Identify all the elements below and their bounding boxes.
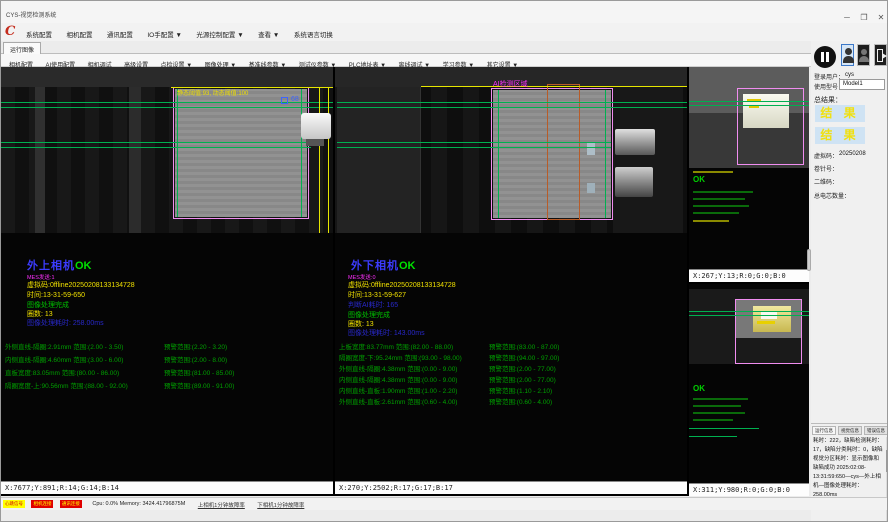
menu-camera-config[interactable]: 相机配置 — [61, 26, 97, 42]
window-title: CYS-视觉检测系统 — [6, 10, 56, 19]
measure-row: 内侧直线-隔圈:4.38mm 范围:(0.00 - 9.00) — [339, 374, 457, 384]
thumb-view-lower: OK X:311;Y:980;R:0;G:0;B:0 — [689, 284, 809, 496]
warn-range: 预警范围:(2.00 - 77.00) — [489, 363, 556, 373]
vcode-value: 20250208 — [839, 151, 866, 157]
warn-range: 预警范围:(1.10 - 2.10) — [489, 385, 552, 395]
tab-run-info[interactable]: 运行信息 — [812, 426, 836, 435]
thumb1-result: OK — [693, 175, 705, 184]
app-logo-icon: C — [5, 24, 15, 39]
warn-range: 预警范围:(89.00 - 91.00) — [164, 380, 234, 390]
warn-range: 预警范围:(2.00 - 8.00) — [164, 354, 227, 364]
ai-elapsed: 判断AI耗时: 165 — [348, 300, 398, 310]
measure-row: 外侧直线-隔圈:2.91mm 范围:(2.00 - 3.50) — [5, 341, 123, 351]
ai-region-label: AI检测区域 — [493, 79, 528, 89]
region-id-label: 68 — [291, 96, 299, 103]
toolbar: 相机配置 AI使用配置 相机调试 高级设置 点检设置 ▼ 图像处理 ▼ 基准线参… — [1, 54, 888, 67]
menu-system-config[interactable]: 系统配置 — [21, 26, 57, 42]
view2-title: 外下相机OK — [351, 257, 416, 273]
connector-part — [301, 113, 331, 139]
result-box-1: 结 果 — [815, 105, 865, 122]
virtual-code: 虚拟码:0ffline20250208133134728 — [348, 280, 456, 290]
app-window: CYS-视觉检测系统 ─ ❐ ✕ C 系统配置 相机配置 通讯配置 IO手配置 … — [0, 0, 888, 522]
measure-row: 外侧直线-直板:2.61mm 范围:(0.60 - 4.00) — [339, 396, 457, 406]
warn-range: 预警范围:(94.00 - 97.00) — [489, 352, 559, 362]
capture-time: 时间:13-31-59-627 — [348, 290, 406, 300]
thumb2-coords-bar: X:311;Y:980;R:0;G:0;B:0 — [689, 483, 809, 496]
measure-row: 隔圈宽度-下:95.24mm 范围:(93.00 - 98.00) — [339, 352, 462, 362]
menu-language[interactable]: 系统语言切换 — [289, 26, 338, 42]
view2-result: OK — [399, 260, 416, 272]
measure-row: 外侧直线-隔圈:4.38mm 范围:(0.00 - 9.00) — [339, 363, 457, 373]
tab-run-image[interactable]: 运行图像 — [3, 42, 41, 54]
thumb1-coords-bar: X:267;Y:13;R:0;G:0;B:0 — [689, 269, 809, 282]
login-user-button[interactable] — [841, 44, 854, 66]
measure-row: 直板宽度:83.05mm 范围:(80.00 - 86.00) — [5, 367, 119, 377]
title-bar: CYS-视觉检测系统 ─ ❐ ✕ — [1, 1, 888, 23]
vcode-label: 虚拟码： — [814, 151, 838, 160]
view2-coords-bar: X:270;Y:2502;R:17;G:17;B:17 — [335, 481, 687, 494]
roi-rect-orange — [547, 84, 580, 220]
view1-image — [1, 67, 333, 87]
needle-label: 卷针号： — [814, 164, 838, 173]
threshold-annotation: 静态阈值:93, 动态阈值:100 — [177, 88, 248, 97]
warn-range: 预警范围:(2.00 - 77.00) — [489, 374, 556, 384]
menu-light-config[interactable]: 光源控制配置 ▼ — [191, 26, 248, 42]
camera-view-upper: 静态阈值:93, 动态阈值:100 68 外上相机OK MES发送:1 虚拟码:… — [1, 67, 333, 494]
view1-coords-bar: X:7677;Y:891;R:14;G:14;B:14 — [1, 481, 333, 494]
heartbeat-status-badge: 心跳信号 — [3, 500, 25, 508]
metal-part — [615, 167, 653, 197]
status-bar: 心跳信号 相机连接 通讯连接 Cpu: 0.0% Memory: 3424.41… — [1, 497, 888, 510]
measure-row: 隔圈宽度-上:90.56mm 范围:(88.00 - 92.00) — [5, 380, 128, 390]
warn-range: 预警范围:(0.60 - 4.00) — [489, 396, 552, 406]
thumb-view-upper: OK X:267;Y:13;R:0;G:0;B:0 — [689, 67, 809, 282]
menu-comm-config[interactable]: 通讯配置 — [102, 26, 138, 42]
qrcode-label: 二维码： — [814, 177, 838, 186]
cpu-memory-text: Cpu: 0.0% Memory: 3424.41796875M — [92, 501, 185, 507]
total-cells-label: 总电芯数量： — [814, 191, 850, 200]
camera-connect-badge: 相机连接 — [31, 500, 53, 508]
comm-connect-badge: 通讯连接 — [60, 500, 82, 508]
menu-view[interactable]: 查看 ▼ — [253, 26, 284, 42]
upper-camera-fault-link[interactable]: 上相机1分钟故障率 — [198, 501, 245, 509]
pause-button[interactable] — [814, 46, 836, 68]
menu-items: 系统配置 相机配置 通讯配置 IO手配置 ▼ 光源控制配置 ▼ 查看 ▼ 系统语… — [21, 24, 338, 42]
tab-vision-info[interactable]: 视觉信息 — [838, 426, 862, 435]
warn-range: 预警范围:(83.00 - 87.00) — [489, 341, 559, 351]
exit-button[interactable] — [874, 44, 887, 66]
switch-user-button[interactable] — [857, 44, 870, 66]
result-box-2: 结 果 — [815, 127, 865, 144]
menu-bar: C 系统配置 相机配置 通讯配置 IO手配置 ▼ 光源控制配置 ▼ 查看 ▼ 系… — [1, 23, 888, 41]
view1-result: OK — [75, 260, 92, 272]
process-elapsed: 图像处理耗时: 258.00ms — [27, 318, 104, 328]
tab-strip: 运行图像 — [1, 41, 888, 54]
region-box — [281, 97, 288, 104]
sidebar: 登录用户： cys 使用型号： Model1 总结果： 结 果 结 果 虚拟码：… — [811, 41, 888, 522]
capture-time: 时间:13-31-59-650 — [27, 290, 85, 300]
camera-view-lower: AI检测区域 外下相机OK MES发送:0 虚拟码:0ffline2025020… — [335, 67, 687, 494]
measure-row: 内侧直线-直板:1.90mm 范围:(1.00 - 2.20) — [339, 385, 457, 395]
measure-row: 内侧直线-隔圈:4.60mm 范围:(3.00 - 6.00) — [5, 354, 123, 364]
login-user-value: cys — [845, 72, 854, 78]
warn-range: 预警范围:(2.20 - 3.20) — [164, 341, 227, 351]
measure-row: 上板宽度:83.77mm 范围:(82.00 - 88.00) — [339, 341, 453, 351]
main-canvas: 静态阈值:93, 动态阈值:100 68 外上相机OK MES发送:1 虚拟码:… — [1, 67, 809, 496]
warn-range: 预警范围:(81.00 - 85.00) — [164, 367, 234, 377]
menu-io-config[interactable]: IO手配置 ▼ — [142, 26, 187, 42]
virtual-code: 虚拟码:0ffline20250208133134728 — [27, 280, 135, 290]
lower-camera-fault-link[interactable]: 下相机1分钟故障率 — [257, 501, 304, 509]
process-elapsed: 图像处理耗时: 143.00ms — [348, 328, 425, 338]
total-result-label: 总结果： — [814, 95, 842, 105]
thumb2-result: OK — [693, 384, 705, 393]
user-icon — [845, 48, 852, 55]
view1-title: 外上相机OK — [27, 257, 92, 273]
model-combo[interactable]: Model1 — [839, 79, 885, 90]
person-dark-icon — [861, 49, 867, 55]
metal-part — [615, 129, 655, 155]
tab-error-info[interactable]: 错误信息 — [864, 426, 888, 435]
